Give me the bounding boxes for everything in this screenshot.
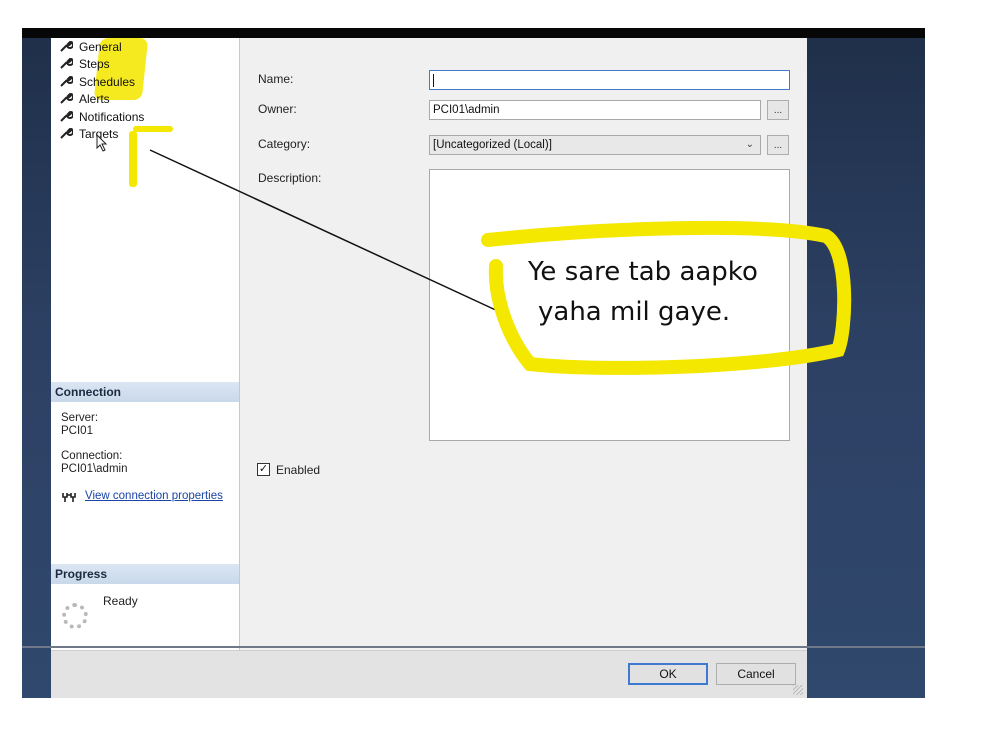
annotation-overlay <box>149 149 852 375</box>
annotation-line-1: Ye sare tab aapko <box>528 257 758 287</box>
annotation-line-2: yaha mil gaye. <box>538 297 731 327</box>
annotation-text: Ye sare tab aapko yaha mil gaye. <box>528 252 788 332</box>
mouse-cursor-icon <box>96 134 108 152</box>
annotation-pointer-line <box>149 149 501 313</box>
